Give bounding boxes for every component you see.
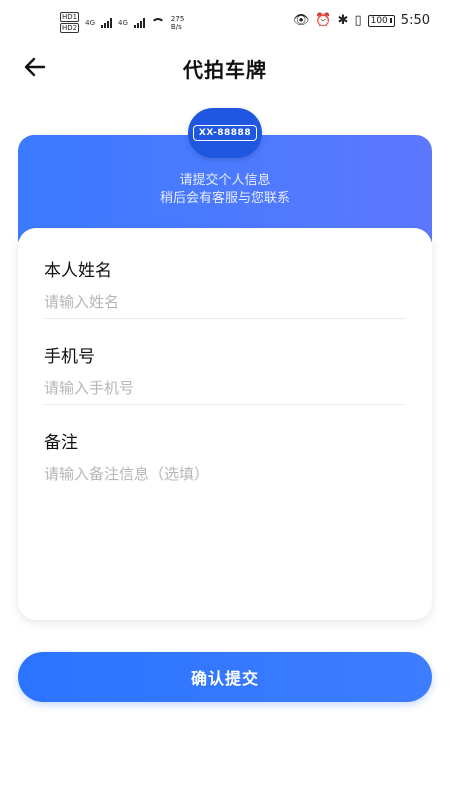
sim-2-label: 2 — [72, 24, 78, 32]
phone-field: 手机号 — [44, 342, 406, 397]
note-label: 备注 — [44, 433, 78, 453]
phone-label: 手机号 — [44, 347, 95, 367]
status-bar: HD1 HD2 4G 4G 275 B/s 👁 ⏰ ✱ ▯ 100 5:50 — [0, 0, 450, 44]
name-label: 本人姓名 — [44, 261, 112, 281]
speed-unit: B/s — [170, 22, 182, 31]
speed-value: 275 — [170, 14, 185, 23]
info-form-card: 本人姓名 手机号 备注 — [18, 228, 432, 620]
name-field: 本人姓名 — [44, 256, 406, 311]
hd-icon-2: HD2 — [60, 23, 80, 33]
alarm-icon: ⏰ — [315, 13, 332, 28]
signal-icon-2 — [133, 17, 145, 28]
name-input[interactable] — [44, 293, 406, 311]
hd-label-1: HD — [62, 13, 73, 21]
phone-input[interactable] — [44, 379, 406, 397]
vibrate-icon: ▯ — [354, 13, 362, 28]
network-type-2: 4G — [118, 18, 128, 27]
battery-icon: 100 — [367, 14, 395, 27]
eye-icon: 👁 — [292, 13, 310, 28]
signal-icon-1 — [101, 17, 113, 28]
note-input[interactable] — [44, 465, 406, 483]
divider — [44, 318, 406, 319]
note-field: 备注 — [44, 428, 406, 483]
license-plate-badge: XX-88888 — [188, 108, 262, 158]
divider — [44, 404, 406, 405]
network-speed: 275 B/s — [171, 15, 184, 31]
status-right: 👁 ⏰ ✱ ▯ 100 5:50 — [293, 13, 430, 28]
network-type-1: 4G — [85, 18, 96, 27]
hd-indicators: HD1 HD2 — [60, 12, 80, 33]
hero-text: 请提交个人信息 稍后会有客服与您联系 — [18, 172, 432, 208]
bluetooth-icon: ✱ — [337, 13, 349, 28]
submit-button[interactable]: 确认提交 — [18, 652, 432, 702]
hero-line-2: 稍后会有客服与您联系 — [159, 191, 290, 206]
status-left: HD1 HD2 4G 4G 275 B/s — [60, 12, 184, 33]
wifi-icon — [150, 17, 165, 28]
hero-line-1: 请提交个人信息 — [179, 173, 271, 188]
page-title: 代拍车牌 — [183, 58, 267, 82]
hd-icon-1: HD1 — [60, 12, 80, 22]
app-header: 代拍车牌 — [0, 44, 450, 90]
hd-label-2: HD — [62, 24, 73, 32]
plate-text: XX-88888 — [192, 125, 258, 141]
battery-level: 100 — [370, 15, 388, 26]
clock: 5:50 — [400, 13, 430, 28]
sim-1-label: 1 — [72, 13, 78, 21]
